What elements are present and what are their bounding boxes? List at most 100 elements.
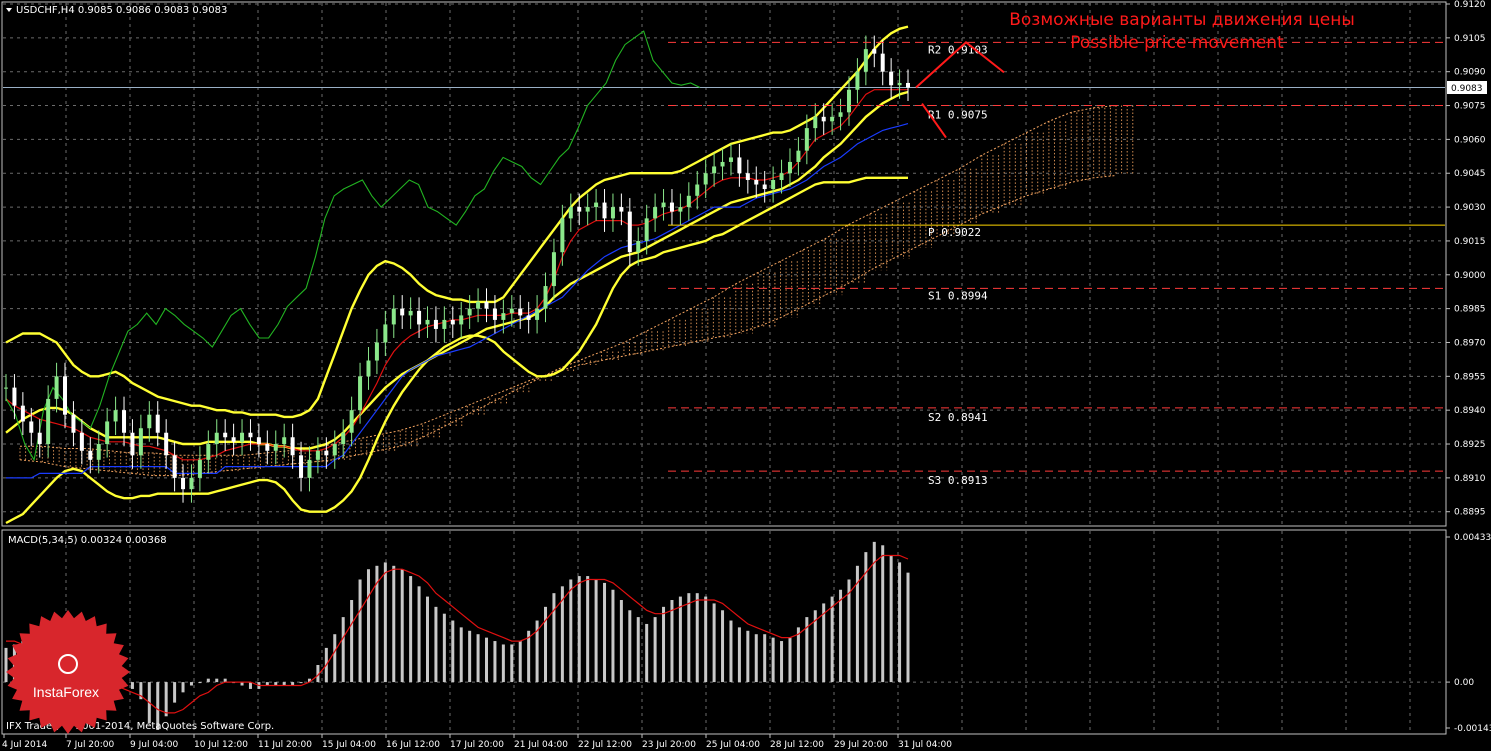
macd-bar: [358, 579, 362, 683]
chart-window: R2 0.9103R1 0.9075P 0.9022S1 0.8994S2 0.…: [1, 0, 1491, 750]
macd-bar: [130, 682, 134, 689]
candle-body: [282, 437, 287, 445]
candle-body: [846, 89, 851, 113]
price-tick-label: 0.9060: [1454, 135, 1486, 145]
price-tick-label: 0.9030: [1454, 203, 1486, 213]
candle-body: [459, 315, 464, 325]
candle-body: [720, 161, 725, 167]
candle-body: [54, 376, 59, 399]
candle-body: [391, 308, 396, 325]
candle-body: [880, 53, 885, 72]
macd-bar: [704, 596, 708, 683]
candle-body: [37, 432, 42, 445]
macd-bar: [366, 569, 370, 683]
macd-axis: 0.00433 0.00 -0.00143: [1446, 533, 1491, 734]
macd-bar: [4, 647, 8, 683]
candle-body: [804, 128, 809, 151]
price-tick-label: 0.9105: [1454, 34, 1486, 44]
macd-bar: [645, 623, 649, 683]
time-tick-label: 9 Jul 04:00: [130, 740, 179, 750]
price-panel[interactable]: [1, 1, 1447, 527]
candle-body: [88, 450, 93, 460]
candle-body: [374, 342, 379, 361]
time-tick-label: 25 Jul 04:00: [706, 740, 760, 750]
candle-body: [518, 308, 523, 316]
macd-bar: [392, 565, 396, 683]
candle-body: [695, 184, 700, 196]
candle-body: [526, 315, 531, 320]
candle-body: [113, 410, 118, 422]
candle-body: [122, 410, 127, 433]
candle-body: [400, 308, 405, 316]
candle-body: [771, 180, 776, 190]
candle-body: [450, 319, 455, 325]
candle-body: [425, 319, 430, 325]
candle-body: [442, 319, 447, 329]
macd-bar: [729, 620, 733, 683]
macd-bar: [594, 579, 598, 683]
price-tick-label: 0.8940: [1454, 406, 1486, 416]
macd-bar: [754, 634, 758, 683]
macd-tick-label: -0.00143: [1454, 724, 1491, 734]
candle-body: [12, 387, 17, 406]
macd-bar: [206, 678, 210, 683]
macd-bar: [653, 617, 657, 683]
candle-body: [644, 218, 649, 241]
candle-body: [813, 116, 818, 129]
candle-body: [830, 116, 835, 122]
macd-bar: [215, 678, 219, 683]
candle-body: [172, 455, 177, 478]
candle-body: [240, 432, 245, 442]
price-tick-label: 0.9045: [1454, 169, 1486, 179]
macd-bar: [788, 637, 792, 683]
macd-bar: [906, 572, 910, 683]
candle-body: [627, 211, 632, 253]
macd-bar: [459, 627, 463, 683]
candle-body: [214, 432, 219, 445]
annotation-en: Possible price movement: [1070, 33, 1284, 53]
macd-bar: [746, 630, 750, 683]
macd-bar: [881, 545, 885, 683]
time-tick-label: 17 Jul 20:00: [450, 740, 504, 750]
candle-body: [737, 157, 742, 174]
price-tick-label: 0.8895: [1454, 508, 1486, 518]
candle-body: [63, 376, 68, 415]
price-tick-label: 0.8985: [1454, 305, 1486, 315]
time-tick-label: 21 Jul 04:00: [514, 740, 568, 750]
candle-body: [762, 184, 767, 190]
macd-bar: [299, 682, 303, 684]
logo-text: InstaForex: [33, 684, 99, 700]
macd-bar: [628, 610, 632, 683]
candle-body: [231, 437, 236, 442]
candle-body: [897, 82, 902, 86]
candle-body: [796, 150, 801, 162]
macd-bar: [198, 682, 202, 684]
macd-bar: [552, 593, 556, 683]
price-tick-label: 0.9000: [1454, 271, 1486, 281]
candle-body: [543, 286, 548, 309]
macd-bar: [400, 569, 404, 683]
candle-body: [535, 308, 540, 320]
pivot-label-r1: R1 0.9075: [928, 109, 988, 122]
macd-bar: [350, 600, 354, 683]
time-axis: 4 Jul 2014 7 Jul 20:00 9 Jul 04:00 10 Jul 1…: [2, 734, 952, 750]
candle-body: [248, 432, 253, 438]
price-tick-label: 0.8955: [1454, 372, 1486, 382]
candle-body: [417, 310, 422, 325]
time-tick-label: 23 Jul 20:00: [642, 740, 696, 750]
price-axis: 0.9120 0.9105 0.9090 0.9075 0.9060 0.9045 0.90…: [1446, 0, 1486, 518]
macd-bar: [451, 620, 455, 683]
price-tick-label: 0.9015: [1454, 237, 1486, 247]
candle-body: [501, 313, 506, 320]
candle-body: [602, 202, 607, 219]
annotation-ru: Возможные варианты движения цены: [1009, 10, 1355, 30]
macd-bar: [603, 582, 607, 683]
candle-body: [754, 180, 759, 185]
candle-body: [358, 376, 363, 411]
candle-body: [703, 173, 708, 185]
candle-body: [669, 202, 674, 212]
candle-body: [341, 432, 346, 445]
price-tick-label: 0.8925: [1454, 440, 1486, 450]
candle-body: [467, 308, 472, 316]
macd-bar: [164, 682, 168, 717]
